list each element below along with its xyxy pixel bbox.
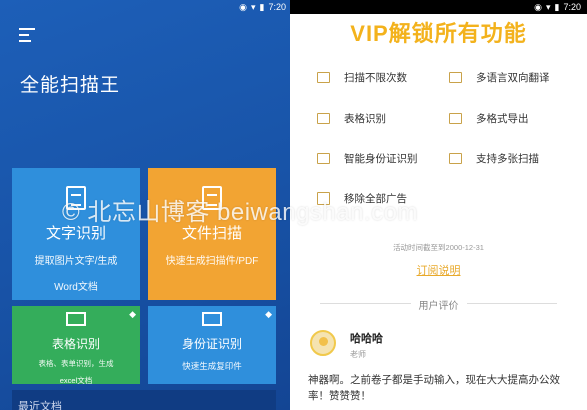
watermark: © 北忘山博客 beiwangshan.com — [62, 199, 418, 226]
tile-desc-line2: excel文档 — [59, 376, 93, 384]
diamond-vip-icon: ◆ — [265, 309, 272, 319]
review-text: 神器啊。之前卷子都是手动输入，现在大大提高办公效率！赞赞赞！ — [308, 374, 560, 402]
id-card-icon — [202, 312, 222, 326]
location-icon: ◉ — [534, 1, 542, 12]
export-icon — [449, 113, 462, 124]
id-recognition-tile[interactable]: ◆ 身份证识别 快速生成复印件 — [148, 306, 276, 384]
tile-desc-line1: 快速生成扫描件/PDF — [165, 256, 259, 267]
menu-icon[interactable] — [19, 28, 35, 42]
feature-label: 智能身份证识别 — [344, 153, 418, 165]
multi-page-icon — [449, 153, 462, 164]
vip-title: VIP解锁所有功能 — [350, 21, 527, 46]
tile-label: 表格识别 — [51, 337, 100, 351]
battery-icon: ▮ — [259, 1, 265, 12]
tile-desc-line1: 快速生成复印件 — [182, 361, 242, 371]
feature-label: 扫描不限次数 — [344, 72, 407, 84]
feature-export: 多格式导出 — [449, 111, 529, 126]
status-time: 7:20 — [563, 2, 581, 12]
tile-label: 身份证识别 — [181, 337, 242, 351]
subscription-info-link[interactable]: 订阅说明 — [290, 262, 587, 278]
table-icon — [317, 113, 330, 124]
scan-icon — [317, 72, 330, 83]
tile-desc-line1: 提取图片文字/生成 — [34, 256, 118, 267]
avatar — [310, 330, 336, 356]
feature-id-card: 智能身份证识别 — [317, 151, 418, 166]
feature-label: 表格识别 — [344, 113, 386, 125]
status-time: 7:20 — [268, 2, 286, 12]
tile-desc-line2: Word文档 — [54, 282, 98, 293]
battery-icon: ▮ — [554, 1, 560, 12]
file-scan-tile[interactable]: 文件扫描 快速生成扫描件/PDF — [148, 168, 276, 300]
feature-translation: 多语言双向翻译 — [449, 70, 550, 85]
location-icon: ◉ — [239, 1, 247, 12]
app-title: 全能扫描王 — [20, 75, 121, 96]
reviewer-role: 老师 — [350, 350, 366, 359]
feature-label: 支持多张扫描 — [476, 153, 539, 165]
reviewer-name: 哈哈哈 — [350, 333, 383, 345]
feature-label: 多语言双向翻译 — [476, 72, 550, 84]
recent-documents-row[interactable]: 最近文档 — [12, 390, 276, 410]
recent-documents-label: 最近文档 — [18, 401, 62, 410]
table-icon — [66, 312, 86, 326]
translate-icon — [449, 72, 462, 83]
feature-table: 表格识别 — [317, 111, 386, 126]
feature-multi-scan: 支持多张扫描 — [449, 151, 539, 166]
table-recognition-tile[interactable]: ◆ 表格识别 表格、表单识别，生成 excel文档 — [12, 306, 140, 384]
signal-icon: ▾ — [545, 1, 551, 12]
id-card-icon — [317, 153, 330, 164]
feature-label: 多格式导出 — [476, 113, 529, 125]
status-bar: ◉ ▾ ▮ 7:20 — [290, 0, 587, 14]
reviews-heading: 用户评价 — [290, 297, 587, 312]
text-recognition-tile[interactable]: 文字识别 提取图片文字/生成 Word文档 — [12, 168, 140, 300]
diamond-vip-icon: ◆ — [129, 309, 136, 319]
reviews-heading-label: 用户评价 — [410, 301, 467, 312]
tile-desc-line1: 表格、表单识别，生成 — [38, 359, 114, 368]
status-bar: ◉ ▾ ▮ 7:20 — [239, 0, 286, 14]
promo-time: 活动时间截至到2000-12-31 — [393, 243, 484, 252]
signal-icon: ▾ — [250, 1, 256, 12]
feature-unlimited-scan: 扫描不限次数 — [317, 70, 407, 85]
